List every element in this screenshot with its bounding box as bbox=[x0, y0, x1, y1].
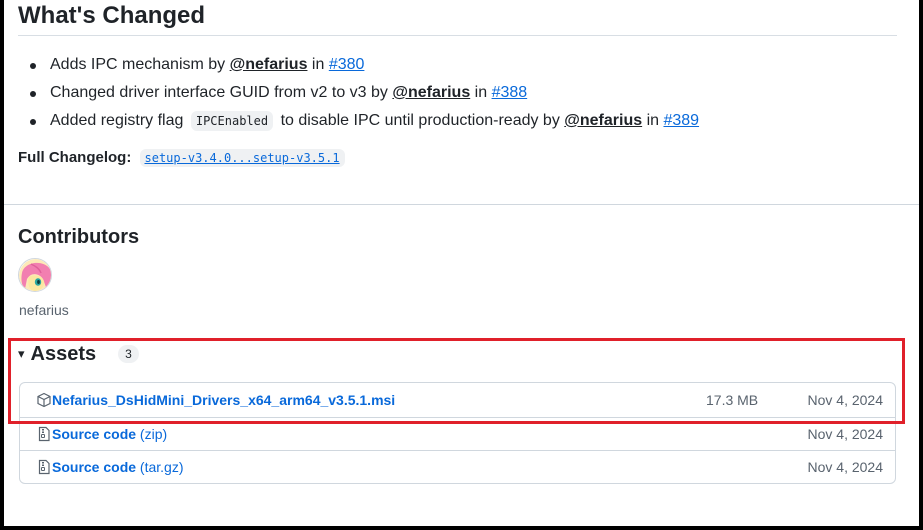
change-item: Adds IPC mechanism by @nefarius in #380 bbox=[30, 54, 699, 82]
asset-row: Nefarius_DsHidMini_Drivers_x64_arm64_v3.… bbox=[20, 383, 895, 416]
file-zip-icon bbox=[38, 426, 50, 442]
asset-format: (tar.gz) bbox=[139, 459, 184, 475]
inline-code: IPCEnabled bbox=[190, 111, 274, 131]
assets-list: Nefarius_DsHidMini_Drivers_x64_arm64_v3.… bbox=[19, 382, 896, 484]
asset-size: 17.3 MB bbox=[706, 391, 759, 408]
change-text: Changed driver interface GUID from v2 to… bbox=[50, 84, 393, 101]
author-mention-link[interactable]: @nefarius bbox=[564, 112, 642, 129]
caret-down-icon: ▾ bbox=[18, 346, 25, 361]
assets-toggle[interactable]: ▾ Assets 3 bbox=[18, 342, 139, 366]
assets-count-badge: 3 bbox=[118, 345, 139, 363]
avatar[interactable] bbox=[18, 258, 52, 292]
asset-date: Nov 4, 2024 bbox=[807, 391, 884, 408]
change-text: Adds IPC mechanism by bbox=[50, 56, 230, 73]
contributor-name[interactable]: nefarius bbox=[19, 302, 69, 318]
asset-name: Source code bbox=[52, 459, 137, 475]
contributors-heading: Contributors bbox=[18, 226, 140, 248]
asset-download-link[interactable]: Nefarius_DsHidMini_Drivers_x64_arm64_v3.… bbox=[52, 392, 395, 408]
asset-row: Source code (tar.gz) Nov 4, 2024 bbox=[20, 450, 895, 483]
file-zip-icon bbox=[38, 459, 50, 475]
asset-name: Source code bbox=[52, 426, 137, 442]
pull-request-link[interactable]: #380 bbox=[329, 56, 365, 73]
pull-request-link[interactable]: #388 bbox=[492, 84, 528, 101]
release-notes-panel: What's Changed Adds IPC mechanism by @ne… bbox=[4, 0, 919, 526]
change-item: Changed driver interface GUID from v2 to… bbox=[30, 82, 699, 110]
change-item: Added registry flag IPCEnabled to disabl… bbox=[30, 110, 699, 138]
heading-divider bbox=[18, 35, 897, 36]
change-text: Added registry flag bbox=[50, 112, 184, 129]
source-code-link[interactable]: Source code (tar.gz) bbox=[52, 459, 184, 475]
asset-date: Nov 4, 2024 bbox=[807, 426, 884, 442]
source-code-link[interactable]: Source code (zip) bbox=[52, 426, 167, 442]
whats-changed-heading: What's Changed bbox=[18, 2, 206, 29]
asset-name: Nefarius_DsHidMini_Drivers_x64_arm64_v3.… bbox=[52, 391, 396, 408]
changelog-label: Full Changelog: bbox=[18, 149, 132, 166]
changes-list: Adds IPC mechanism by @nefarius in #380 … bbox=[30, 54, 699, 138]
in-word: in bbox=[642, 112, 664, 129]
in-word: in bbox=[307, 56, 329, 73]
change-text-after: to disable IPC until production-ready by bbox=[280, 112, 565, 129]
asset-row: Source code (zip) Nov 4, 2024 bbox=[20, 417, 895, 450]
author-mention-link[interactable]: @nefarius bbox=[392, 84, 470, 101]
assets-heading: Assets bbox=[30, 342, 97, 365]
asset-date: Nov 4, 2024 bbox=[807, 459, 884, 475]
section-divider bbox=[4, 204, 919, 205]
package-icon bbox=[37, 392, 51, 407]
author-mention-link[interactable]: @nefarius bbox=[230, 56, 308, 73]
pull-request-link[interactable]: #389 bbox=[663, 112, 699, 129]
asset-format: (zip) bbox=[139, 426, 168, 442]
avatar-icon bbox=[19, 259, 51, 291]
in-word: in bbox=[470, 84, 492, 101]
compare-link[interactable]: setup-v3.4.0...setup-v3.5.1 bbox=[139, 149, 345, 167]
full-changelog: Full Changelog: setup-v3.4.0...setup-v3.… bbox=[18, 149, 345, 167]
